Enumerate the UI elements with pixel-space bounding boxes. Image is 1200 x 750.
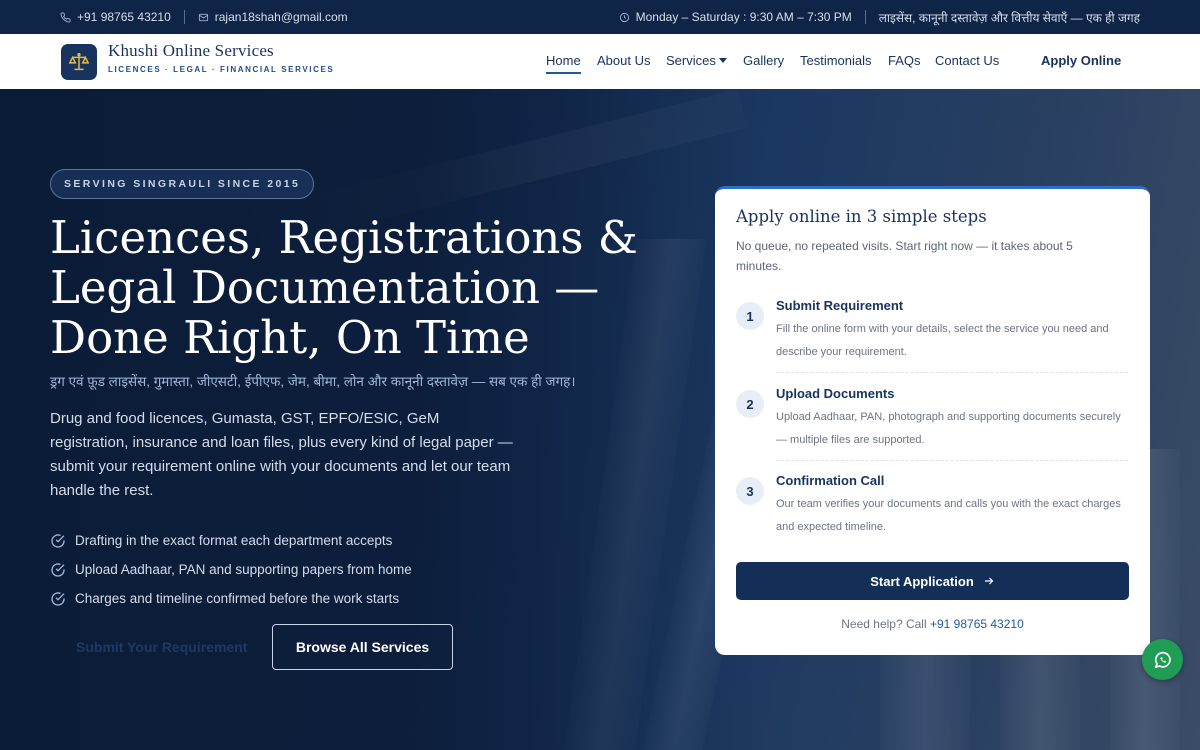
step-number: 2 xyxy=(736,390,764,418)
hero-section: SERVING SINGRAULI SINCE 2015 Licences, R… xyxy=(0,89,1200,750)
start-application-button[interactable]: Start Application xyxy=(736,562,1129,600)
hero-badge: SERVING SINGRAULI SINCE 2015 xyxy=(50,169,315,199)
apply-online-button[interactable]: Apply Online xyxy=(1041,53,1121,68)
whatsapp-button[interactable] xyxy=(1142,639,1183,680)
step-number: 1 xyxy=(736,302,764,330)
caret-down-icon xyxy=(718,58,727,64)
arrow-right-icon xyxy=(984,577,994,585)
step-title: Upload Documents xyxy=(776,386,895,401)
step-title: Confirmation Call xyxy=(776,473,885,488)
topbar-hours: Monday – Saturday : 9:30 AM – 7:30 PM xyxy=(619,10,852,24)
help-text: Need help? Call xyxy=(841,617,927,631)
nav-testimonials[interactable]: Testimonials xyxy=(800,53,872,68)
top-bar: +91 98765 43210 rajan18shah@gmail.com Mo… xyxy=(0,0,1200,34)
divider xyxy=(864,10,866,24)
step-description: Upload Aadhaar, PAN, photograph and supp… xyxy=(776,411,1121,446)
clock-icon xyxy=(619,12,630,23)
brand-logo[interactable] xyxy=(61,44,97,80)
scales-icon xyxy=(68,53,90,71)
divider xyxy=(183,10,185,24)
card-subtitle: No queue, no repeated visits. Start righ… xyxy=(736,239,1073,273)
step-description: Our team verifies your documents and cal… xyxy=(776,498,1121,533)
nav-faqs[interactable]: FAQs xyxy=(888,53,921,68)
hero-description: Drug and food licences, Gumasta, GST, EP… xyxy=(50,410,513,499)
help-line: Need help? Call +91 98765 43210 xyxy=(715,617,1150,631)
brand-tagline: LICENCES · LEGAL · FINANCIAL SERVICES xyxy=(108,65,335,74)
start-application-label: Start Application xyxy=(870,573,974,589)
feature-text: Upload Aadhaar, PAN and supporting paper… xyxy=(75,562,412,577)
brand-name: Khushi Online Services xyxy=(108,41,274,60)
whatsapp-icon xyxy=(1154,651,1171,668)
steps-card: Apply online in 3 simple steps No queue,… xyxy=(715,186,1150,655)
main-navbar: Khushi Online Services LICENCES · LEGAL … xyxy=(0,34,1200,89)
card-title: Apply online in 3 simple steps xyxy=(736,207,987,226)
feature-text: Charges and timeline confirmed before th… xyxy=(75,591,400,606)
topbar-phone-text: +91 98765 43210 xyxy=(77,10,171,24)
check-circle-icon xyxy=(51,562,65,577)
feature-item: Upload Aadhaar, PAN and supporting paper… xyxy=(50,555,412,584)
feature-text: Drafting in the exact format each depart… xyxy=(75,533,393,548)
check-circle-icon xyxy=(51,533,65,548)
topbar-email-text: rajan18shah@gmail.com xyxy=(214,10,348,24)
nav-gallery[interactable]: Gallery xyxy=(743,53,784,68)
topbar-email[interactable]: rajan18shah@gmail.com xyxy=(198,10,348,24)
hero-hindi-subtitle: ड्रग एवं फ़ूड लाइसेंस, गुमास्ता, जीएसटी,… xyxy=(50,374,576,389)
mail-icon xyxy=(198,12,209,23)
nav-contact[interactable]: Contact Us xyxy=(935,53,999,68)
phone-icon xyxy=(60,11,71,23)
step-description: Fill the online form with your details, … xyxy=(776,323,1109,358)
feature-list: Drafting in the exact format each depart… xyxy=(50,526,412,613)
step-divider xyxy=(776,372,1128,373)
brand[interactable]: Khushi Online Services LICENCES · LEGAL … xyxy=(108,41,334,74)
hero-title: Licences, Registrations & Legal Document… xyxy=(50,211,638,364)
nav-home[interactable]: Home xyxy=(546,53,581,74)
help-phone-link[interactable]: +91 98765 43210 xyxy=(930,617,1024,631)
feature-item: Drafting in the exact format each depart… xyxy=(50,526,412,555)
topbar-hours-text: Monday – Saturday : 9:30 AM – 7:30 PM xyxy=(635,10,852,24)
topbar-tagline: लाइसेंस, कानूनी दस्तावेज़ और वित्तीय सेव… xyxy=(878,10,1140,25)
submit-requirement-button[interactable]: Submit Your Requirement xyxy=(76,639,247,655)
browse-services-button[interactable]: Browse All Services xyxy=(272,624,453,670)
nav-services[interactable]: Services xyxy=(666,53,727,68)
step-title: Submit Requirement xyxy=(776,298,904,313)
nav-about[interactable]: About Us xyxy=(597,53,650,68)
step-divider xyxy=(776,460,1128,461)
topbar-phone[interactable]: +91 98765 43210 xyxy=(60,10,171,24)
feature-item: Charges and timeline confirmed before th… xyxy=(50,584,412,613)
nav-services-label: Services xyxy=(666,53,716,68)
step-number: 3 xyxy=(736,477,764,505)
check-circle-icon xyxy=(51,591,65,606)
